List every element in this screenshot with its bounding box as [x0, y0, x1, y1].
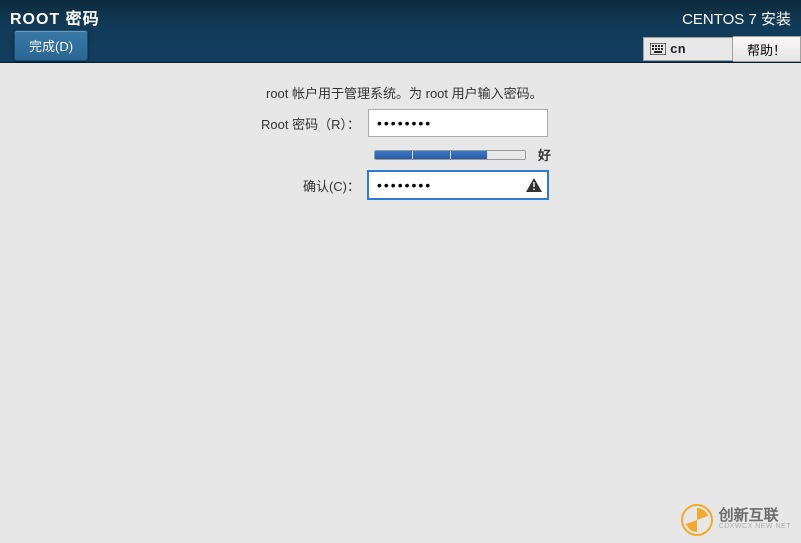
header-bar: ROOT 密码 完成(D) CENTOS 7 安装 cn 帮助！: [0, 0, 801, 63]
watermark-text: 创新互联 CDXWCX NEW NET: [719, 508, 791, 531]
keyboard-layout-label: cn: [670, 42, 686, 57]
keyboard-icon: [650, 43, 666, 55]
confirm-input-wrap: [368, 171, 548, 199]
confirm-row: 确认(C)：: [0, 171, 560, 199]
password-row: Root 密码（R）：: [0, 109, 560, 137]
header-right-group: cn 帮助！: [643, 36, 801, 62]
watermark: 创新互联 CDXWCX NEW NET: [681, 504, 791, 536]
strength-seg-3: [451, 151, 489, 159]
warning-icon: [526, 178, 542, 192]
strength-label: 好: [538, 145, 551, 164]
confirm-password-input[interactable]: [368, 171, 548, 199]
password-label: Root 密码（R）：: [0, 114, 368, 133]
strength-meter-row: 好: [374, 145, 551, 164]
help-button[interactable]: 帮助！: [733, 36, 801, 62]
strength-seg-1: [375, 151, 413, 159]
strength-seg-2: [413, 151, 451, 159]
done-button[interactable]: 完成(D): [14, 30, 88, 61]
page-title: ROOT 密码: [10, 5, 100, 29]
strength-meter: [374, 150, 526, 160]
confirm-label: 确认(C)：: [0, 176, 368, 195]
keyboard-indicator[interactable]: cn: [643, 37, 733, 61]
description-text: root 帐户用于管理系统。为 root 用户输入密码。: [266, 83, 543, 102]
watermark-brand: 创新互联: [719, 508, 791, 523]
root-password-input[interactable]: [368, 109, 548, 137]
watermark-sub: CDXWCX NEW NET: [719, 523, 791, 531]
watermark-logo-icon: [681, 504, 713, 536]
content-area: root 帐户用于管理系统。为 root 用户输入密码。 Root 密码（R）：…: [0, 63, 801, 543]
strength-seg-4: [488, 151, 525, 159]
installer-title: CENTOS 7 安装: [682, 8, 791, 29]
